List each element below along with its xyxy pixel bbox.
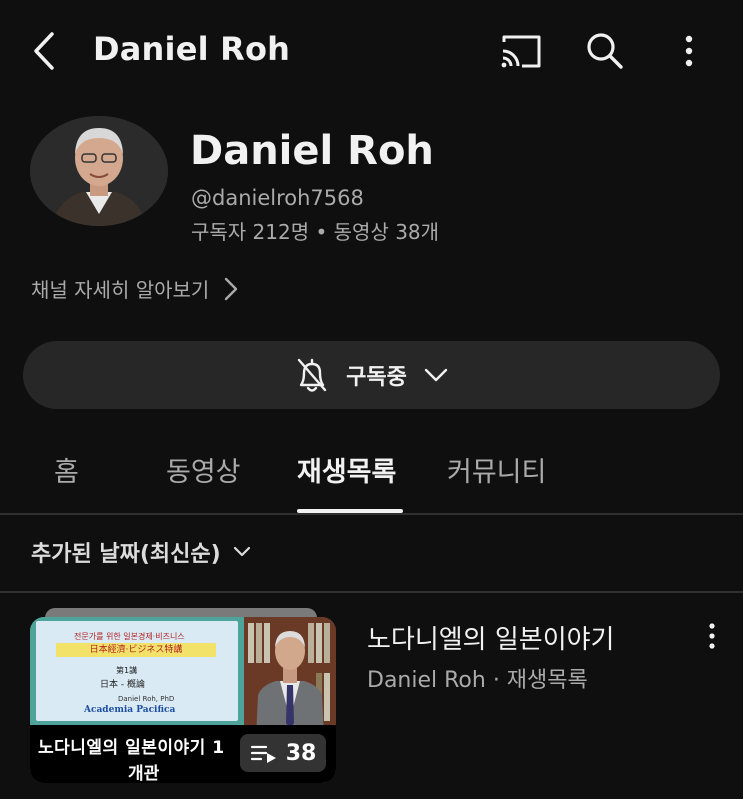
back-button[interactable]	[28, 28, 62, 74]
playlist-icon	[250, 745, 276, 763]
avatar[interactable]	[30, 116, 168, 226]
channel-about-link[interactable]: 채널 자세히 알아보기	[31, 274, 239, 303]
sort-label: 추가된 날짜(최신순)	[31, 542, 221, 567]
video-count-badge: 38	[240, 734, 326, 772]
slide-text: Academia Pacifica	[84, 705, 176, 715]
bell-off-icon	[297, 358, 327, 392]
slide-text: 第1講	[116, 666, 138, 675]
chevron-right-icon	[225, 277, 238, 300]
more-vertical-icon	[685, 35, 693, 67]
subscribed-label: 구독중	[346, 365, 407, 390]
thumbnail-caption-line1: 노다니엘의 일본이야기 1	[38, 738, 225, 758]
page-title: Daniel Roh	[93, 30, 291, 68]
sort-divider	[0, 591, 743, 593]
playlist-title[interactable]: 노다니엘의 일본이야기	[367, 619, 614, 656]
tab-community[interactable]: 커뮤니티	[447, 450, 546, 489]
chevron-down-icon	[233, 546, 250, 557]
tab-home[interactable]: 홈	[54, 450, 79, 489]
slide-text: Daniel Roh, PhD	[118, 695, 175, 703]
channel-about-label: 채널 자세히 알아보기	[31, 278, 210, 302]
chevron-left-icon	[34, 32, 54, 70]
search-button[interactable]	[584, 30, 626, 72]
sort-dropdown[interactable]: 추가된 날짜(최신순)	[31, 536, 251, 568]
search-icon	[587, 33, 623, 69]
avatar-image	[30, 116, 168, 226]
playlist-meta: Daniel Roh · 재생목록	[367, 668, 588, 693]
channel-name: Daniel Roh	[190, 128, 434, 174]
slide-text: 日本經濟·ビジネス特講	[56, 643, 216, 657]
tabs-divider	[0, 513, 743, 515]
slide-text: 日本 - 槪論	[100, 680, 145, 690]
tab-playlists[interactable]: 재생목록	[297, 450, 396, 489]
tab-videos[interactable]: 동영상	[166, 450, 241, 489]
playlist-more-button[interactable]	[700, 622, 724, 650]
thumbnail-caption-line2: 개관	[128, 764, 160, 783]
playlist-thumbnail[interactable]: 전문가를 위한 일본경제·비즈니스 日本經濟·ビジネス特講 第1講 日本 - 槪…	[30, 617, 336, 783]
subscribed-button[interactable]: 구독중	[23, 341, 720, 409]
slide-text: 전문가를 위한 일본경제·비즈니스	[74, 632, 185, 641]
more-vertical-icon	[709, 623, 715, 649]
video-count: 38	[285, 740, 317, 766]
more-button[interactable]	[676, 30, 702, 72]
channel-handle: @danielroh7568	[191, 186, 364, 210]
cast-icon	[501, 35, 541, 68]
slide-board: 전문가를 위한 일본경제·비즈니스 日本經濟·ビジネス特講 第1講 日本 - 槪…	[36, 621, 238, 721]
cast-button[interactable]	[498, 32, 544, 70]
channel-stats: 구독자 212명 • 동영상 38개	[191, 220, 440, 244]
thumbnail-slide: 전문가를 위한 일본경제·비즈니스 日本經濟·ビジネス特講 第1講 日本 - 槪…	[30, 617, 244, 725]
chevron-down-icon	[424, 368, 448, 382]
